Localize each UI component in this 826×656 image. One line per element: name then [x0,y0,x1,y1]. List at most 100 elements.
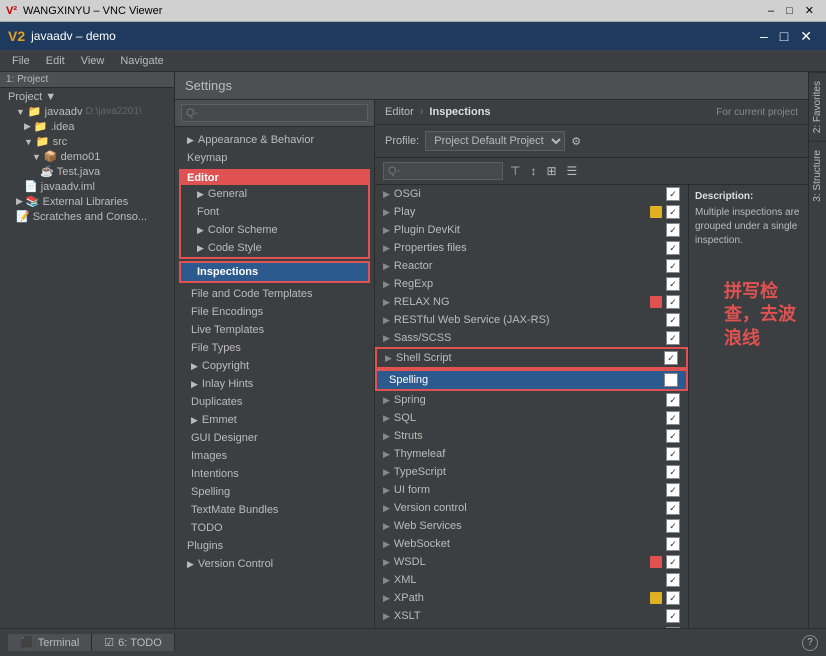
osgi-check[interactable]: ✓ [666,187,680,201]
sort-btn[interactable]: ↕ [527,163,539,179]
spelling-check[interactable] [664,373,678,387]
struts-check[interactable]: ✓ [666,429,680,443]
rest-check[interactable]: ✓ [666,313,680,327]
nav-color-scheme[interactable]: ▶ Color Scheme [181,221,368,239]
nav-editor[interactable]: Editor [181,171,368,185]
minimize-btn[interactable]: – [754,28,774,44]
insp-spring[interactable]: ▶ Spring ✓ [375,391,688,409]
side-tab-structure[interactable]: 3: Structure [809,141,826,210]
insp-struts[interactable]: ▶ Struts ✓ [375,427,688,445]
insp-shell-script[interactable]: ▶ Shell Script ✓ [375,347,688,369]
vnc-close[interactable]: ✕ [799,4,820,17]
insp-relax-ng[interactable]: ▶ RELAX NG ✓ [375,293,688,311]
insp-wsdl[interactable]: ▶ WSDL ✓ [375,553,688,571]
nav-general[interactable]: ▶ General [181,185,368,203]
terminal-tab[interactable]: ⬛ Terminal [8,634,92,651]
project-root[interactable]: Project ▼ [0,90,174,104]
profile-gear-icon[interactable]: ⚙ [571,135,581,148]
insp-version-control[interactable]: ▶ Version control ✓ [375,499,688,517]
wsdl-check[interactable]: ✓ [666,555,680,569]
menu-edit[interactable]: Edit [38,53,73,69]
insp-regexp[interactable]: ▶ RegExp ✓ [375,275,688,293]
vnc-maximize[interactable]: □ [780,5,799,17]
tree-scratches[interactable]: 📝 Scratches and Conso... [0,209,174,224]
nav-code-style[interactable]: ▶ Code Style [181,239,368,257]
xml-check[interactable]: ✓ [666,573,680,587]
thymeleaf-check[interactable]: ✓ [666,447,680,461]
nav-inspections-box[interactable]: Inspections [179,261,370,283]
nav-font[interactable]: Font [181,203,368,221]
inspections-search-input[interactable] [383,162,503,180]
insp-sass[interactable]: ▶ Sass/SCSS ✓ [375,329,688,347]
nav-duplicates[interactable]: Duplicates [175,393,374,411]
shell-check[interactable]: ✓ [664,351,678,365]
tree-ext-libraries[interactable]: ▶ 📚 External Libraries [0,194,174,209]
nav-images[interactable]: Images [175,447,374,465]
nav-appearance[interactable]: ▶ Appearance & Behavior [175,131,374,149]
websock-check[interactable]: ✓ [666,537,680,551]
insp-reactor[interactable]: ▶ Reactor ✓ [375,257,688,275]
profile-select[interactable]: Project Default Project [425,131,565,151]
insp-typescript[interactable]: ▶ TypeScript ✓ [375,463,688,481]
nav-file-encodings[interactable]: File Encodings [175,303,374,321]
insp-properties[interactable]: ▶ Properties files ✓ [375,239,688,257]
play-check[interactable]: ✓ [666,205,680,219]
nav-spelling[interactable]: Spelling [175,483,374,501]
insp-restful[interactable]: ▶ RESTful Web Service (JAX-RS) ✓ [375,311,688,329]
nav-intentions[interactable]: Intentions [175,465,374,483]
project-tab[interactable]: 1: Project [0,72,174,88]
insp-ui-form[interactable]: ▶ UI form ✓ [375,481,688,499]
regexp-check[interactable]: ✓ [666,277,680,291]
tree-iml[interactable]: 📄 javaadv.iml [0,179,174,194]
vnc-minimize[interactable]: – [762,5,780,17]
insp-xml[interactable]: ▶ XML ✓ [375,571,688,589]
sql-check[interactable]: ✓ [666,411,680,425]
insp-thymeleaf[interactable]: ▶ Thymeleaf ✓ [375,445,688,463]
ts-check[interactable]: ✓ [666,465,680,479]
tree-test-java[interactable]: ☕ Test.java [0,164,174,179]
nav-live-templates[interactable]: Live Templates [175,321,374,339]
nav-todo[interactable]: TODO [175,519,374,537]
insp-xslt[interactable]: ▶ XSLT ✓ [375,607,688,625]
vc-check[interactable]: ✓ [666,501,680,515]
devkit-check[interactable]: ✓ [666,223,680,237]
nav-keymap[interactable]: Keymap [175,149,374,167]
ws-check[interactable]: ✓ [666,519,680,533]
nav-file-code-templates[interactable]: File and Code Templates [175,285,374,303]
ui-check[interactable]: ✓ [666,483,680,497]
insp-play[interactable]: ▶ Play ✓ [375,203,688,221]
spring-check[interactable]: ✓ [666,393,680,407]
filter-btn[interactable]: ⊤ [507,163,523,179]
tree-demo01[interactable]: ▼ 📦 demo01 [0,149,174,164]
insp-plugin-devkit[interactable]: ▶ Plugin DevKit ✓ [375,221,688,239]
insp-web-services[interactable]: ▶ Web Services ✓ [375,517,688,535]
menu-navigate[interactable]: Navigate [112,53,171,69]
insp-websocket[interactable]: ▶ WebSocket ✓ [375,535,688,553]
close-btn[interactable]: ✕ [794,28,818,45]
bottom-help-btn[interactable]: ? [802,635,818,651]
tree-javaadv[interactable]: ▼ 📁 javaadv D:\java2201\ [0,104,174,119]
nav-textmate[interactable]: TextMate Bundles [175,501,374,519]
nav-version-control[interactable]: ▶ Version Control [175,555,374,573]
tree-src[interactable]: ▼ 📁 src [0,134,174,149]
insp-xpath[interactable]: ▶ XPath ✓ [375,589,688,607]
nav-file-types[interactable]: File Types [175,339,374,357]
collapse-all-btn[interactable]: ☰ [564,163,581,179]
props-check[interactable]: ✓ [666,241,680,255]
tree-idea[interactable]: ▶ 📁 .idea [0,119,174,134]
maximize-btn[interactable]: □ [774,28,794,44]
settings-search-input[interactable] [181,104,368,122]
xpath-check[interactable]: ✓ [666,591,680,605]
menu-view[interactable]: View [73,53,113,69]
insp-osgi[interactable]: ▶ OSGi ✓ [375,185,688,203]
nav-plugins[interactable]: Plugins [175,537,374,555]
expand-all-btn[interactable]: ⊞ [543,163,559,179]
insp-spelling[interactable]: Spelling [375,369,688,391]
insp-sql[interactable]: ▶ SQL ✓ [375,409,688,427]
nav-gui-designer[interactable]: GUI Designer [175,429,374,447]
nav-inspections[interactable]: Inspections [181,263,368,281]
sass-check[interactable]: ✓ [666,331,680,345]
menu-file[interactable]: File [4,53,38,69]
todo-tab[interactable]: ☑ 6: TODO [92,634,174,651]
side-tab-favorites[interactable]: 2: Favorites [809,72,826,141]
